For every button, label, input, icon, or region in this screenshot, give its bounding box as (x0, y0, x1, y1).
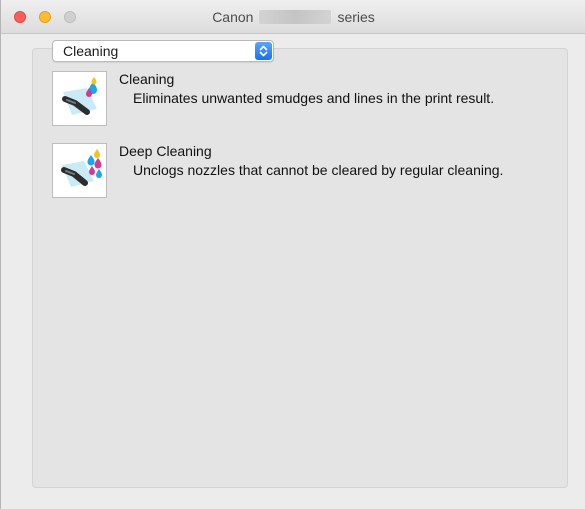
deep-cleaning-button[interactable] (52, 143, 107, 198)
deep-cleaning-description: Unclogs nozzles that cannot be cleared b… (133, 162, 504, 178)
cleaning-item[interactable]: Cleaning Eliminates unwanted smudges and… (52, 71, 532, 131)
cleaning-button[interactable] (52, 71, 107, 126)
deep-cleaning-item[interactable]: Deep Cleaning Unclogs nozzles that canno… (52, 143, 532, 203)
function-popup-menu[interactable]: Cleaning (52, 40, 274, 62)
window-title-prefix: Canon (212, 9, 254, 25)
window-title: Canon series (1, 9, 585, 25)
window-title-suffix: series (337, 9, 375, 25)
deep-cleaning-title: Deep Cleaning (119, 143, 212, 159)
title-bar[interactable]: Canon series (1, 0, 585, 34)
print-head-cleaning-icon (62, 77, 97, 115)
cleaning-description: Eliminates unwanted smudges and lines in… (133, 90, 495, 106)
maintenance-window: Canon series Cleaning Cleaning Eliminates… (0, 0, 585, 509)
cleaning-title: Cleaning (119, 71, 175, 87)
chevron-up-down-icon[interactable] (255, 42, 272, 60)
deep-cleaning-icon (61, 149, 102, 187)
redacted-model-name (259, 10, 332, 24)
popup-selected-value: Cleaning (63, 43, 119, 59)
